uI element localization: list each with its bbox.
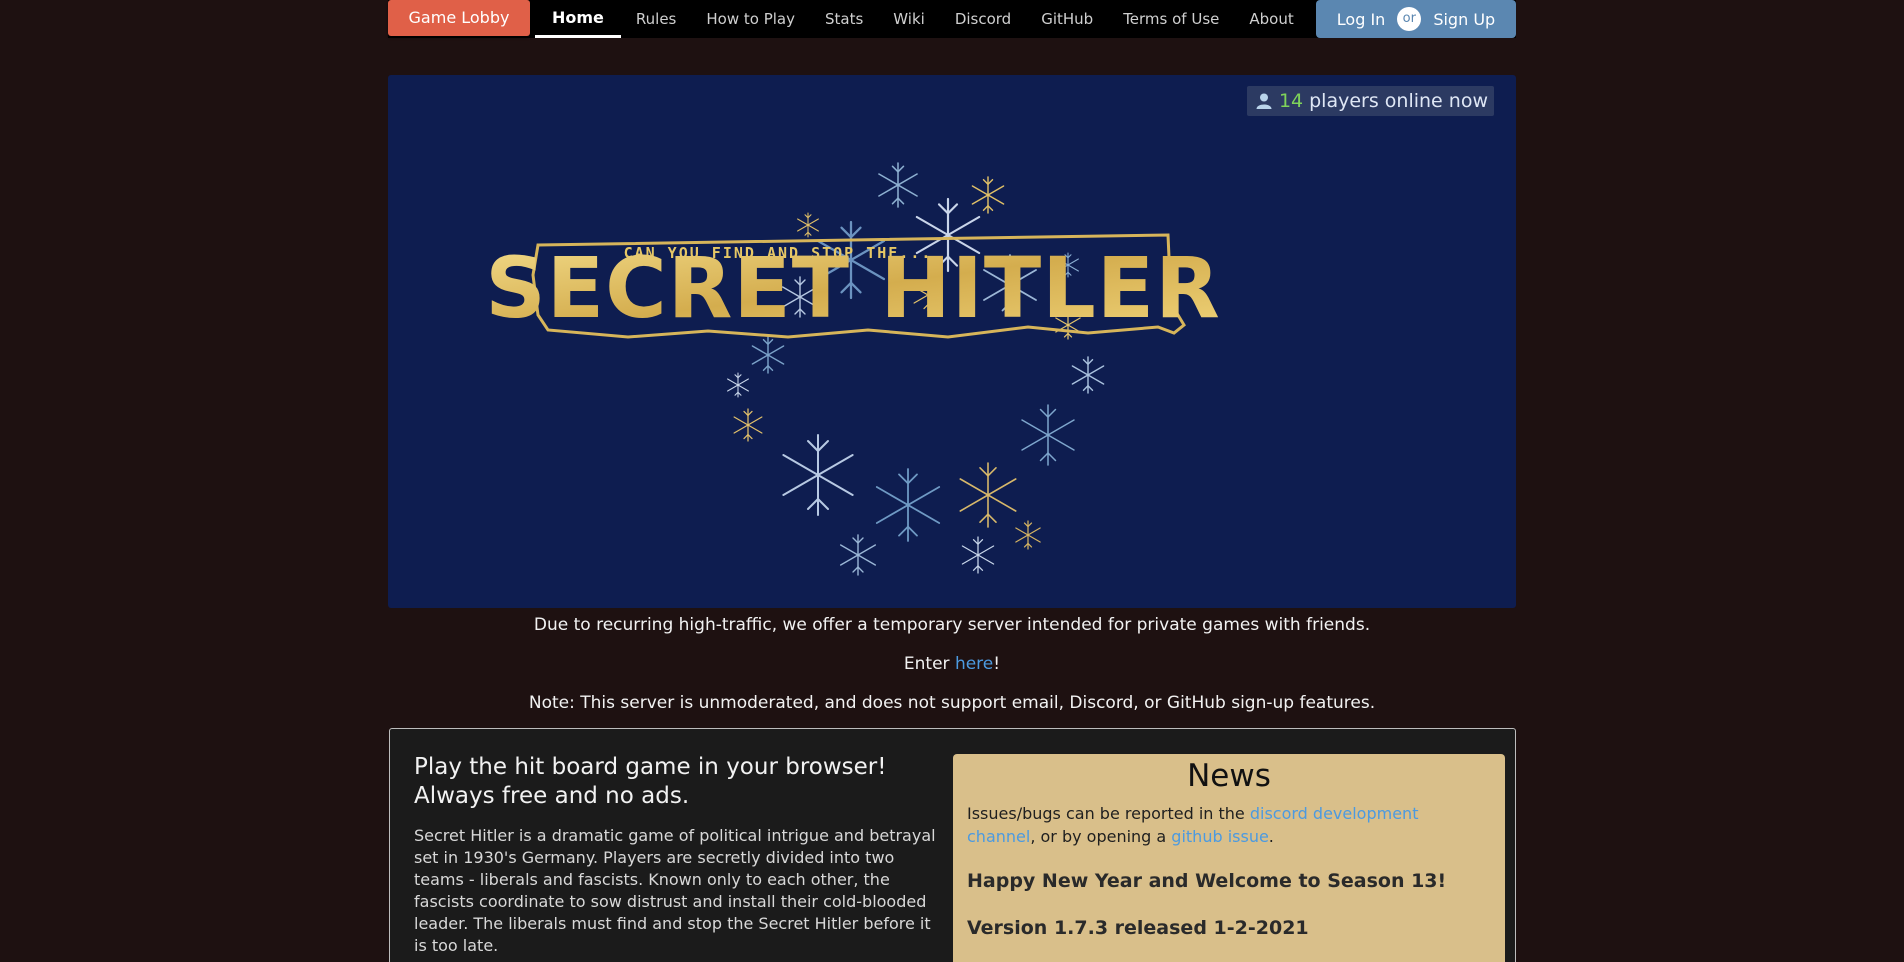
online-suffix: players online now [1309,90,1488,112]
nav-discord[interactable]: Discord [940,0,1026,38]
snowflake-wreath-icon [728,163,1104,575]
nav-home[interactable]: Home [535,0,621,38]
top-nav: Game Lobby Home Rules How to Play Stats … [388,0,1516,38]
nav-rules[interactable]: Rules [621,0,691,38]
nav-links: Home Rules How to Play Stats Wiki Discor… [535,0,1309,38]
intro-heading: Play the hit board game in your browser!… [414,754,887,809]
news-panel: News Issues/bugs can be reported in the … [953,754,1505,962]
nav-stats[interactable]: Stats [810,0,878,38]
news-title: News [1187,758,1271,794]
news-body: Issues/bugs can be reported in the disco… [953,794,1505,940]
or-separator: or [1397,7,1422,31]
issues-text: Issues/bugs can be reported in the disco… [967,802,1491,848]
enter-notice: Enter here! [388,654,1516,674]
enter-prefix: Enter [903,654,955,674]
issues-mid: , or by opening a [1030,827,1172,846]
unmoderated-note: Note: This server is unmoderated, and do… [528,693,1376,713]
user-icon [1256,93,1272,109]
secret-hitler-logo: CAN YOU FIND AND STOP THE... SECRET HITL… [485,75,1221,608]
issues-suffix: . [1268,827,1274,846]
news-version: Version 1.7.3 released 1-2-2021 [967,917,1309,939]
game-lobby-button[interactable]: Game Lobby [388,0,530,36]
auth-buttons: Log In or Sign Up [1316,0,1516,38]
nav-github[interactable]: GitHub [1026,0,1108,38]
online-count: 14 [1278,90,1304,112]
github-issue-link[interactable]: github issue [1171,827,1269,846]
players-online-badge: 14 players online now [1246,86,1494,116]
news-headline: Happy New Year and Welcome to Season 13! [967,870,1447,892]
main-content-box: Play the hit board game in your browser!… [389,728,1516,962]
enter-suffix: ! [993,654,1001,674]
issues-prefix: Issues/bugs can be reported in the [967,804,1250,823]
intro-section: Play the hit board game in your browser!… [414,753,940,957]
intro-body: Secret Hitler is a dramatic game of poli… [414,826,936,955]
logo-text: SECRET HITLER [485,239,1221,337]
login-button[interactable]: Log In [1337,10,1386,29]
nav-wiki[interactable]: Wiki [878,0,940,38]
nav-about[interactable]: About [1234,0,1308,38]
nav-terms-of-use[interactable]: Terms of Use [1108,0,1234,38]
page: Game Lobby Home Rules How to Play Stats … [0,0,1904,962]
enter-here-link[interactable]: here [955,654,993,674]
signup-button[interactable]: Sign Up [1433,10,1495,29]
nav-how-to-play[interactable]: How to Play [691,0,810,38]
hero-banner: CAN YOU FIND AND STOP THE... SECRET HITL… [388,75,1516,608]
traffic-notice: Due to recurring high-traffic, we offer … [533,615,1371,635]
